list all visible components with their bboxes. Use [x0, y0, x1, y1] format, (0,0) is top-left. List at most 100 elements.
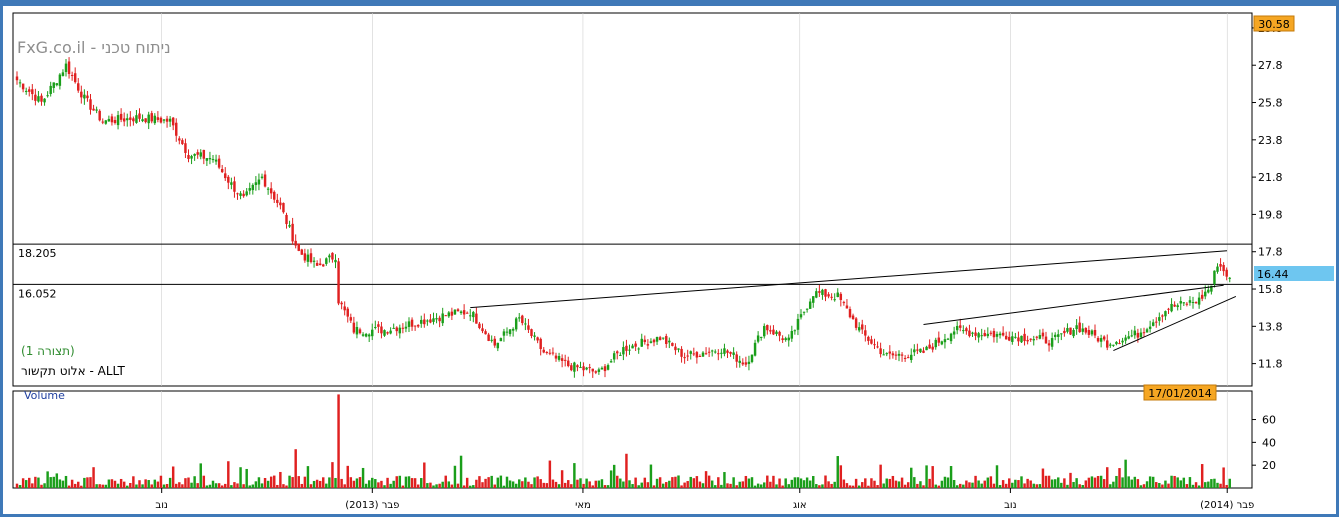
- volume-bar: [1099, 475, 1103, 488]
- candle-body: [968, 330, 971, 337]
- candle-body: [251, 184, 255, 191]
- candle-body: [1011, 336, 1014, 342]
- candle-body: [686, 355, 689, 357]
- volume-bar: [322, 477, 325, 488]
- candle-body: [21, 83, 25, 90]
- symbol-label: אלוט תקשור - ALLT: [21, 364, 126, 378]
- volume-bar: [472, 485, 475, 488]
- candle-body: [790, 331, 794, 339]
- candle-body: [802, 311, 806, 313]
- volume-bar: [214, 483, 218, 488]
- volume-bar: [548, 460, 552, 488]
- volume-bar: [401, 485, 405, 488]
- candle-body: [1008, 336, 1011, 341]
- volume-bar: [766, 475, 769, 488]
- volume-bar: [1112, 481, 1115, 488]
- candle-body: [28, 89, 31, 92]
- volume-bar: [1008, 478, 1011, 488]
- volume-bar: [876, 485, 879, 488]
- volume-bar: [70, 479, 74, 488]
- volume-bar: [870, 478, 873, 488]
- volume-bar: [609, 470, 613, 488]
- volume-bar: [420, 478, 423, 488]
- candle-body: [410, 319, 414, 327]
- last-price-text: 16.44: [1257, 268, 1289, 281]
- candle-body: [689, 351, 692, 354]
- candle-body: [80, 91, 83, 98]
- candle-body: [671, 342, 674, 346]
- volume-bar: [337, 394, 340, 488]
- volume-bar: [282, 484, 285, 488]
- volume-bar: [781, 485, 784, 488]
- volume-bar: [138, 480, 141, 488]
- candle-body: [570, 365, 573, 371]
- candle-body: [903, 357, 907, 359]
- candle-body: [325, 258, 328, 264]
- volume-bar: [508, 480, 512, 488]
- candle-body: [156, 117, 160, 120]
- candle-body: [1228, 277, 1231, 279]
- volume-bar: [643, 477, 647, 488]
- candle-body: [808, 301, 812, 309]
- volume-bar: [481, 482, 484, 488]
- volume-bar: [582, 483, 585, 488]
- candle-body: [922, 350, 925, 353]
- volume-bar: [1096, 476, 1100, 488]
- volume-bar: [407, 476, 411, 488]
- candle-body: [459, 311, 463, 314]
- candle-body: [1200, 294, 1204, 299]
- candle-body: [619, 354, 622, 356]
- volume-panel-border: [12, 390, 1253, 489]
- candle-body: [199, 152, 202, 157]
- volume-bar: [1106, 467, 1109, 488]
- candle-body: [524, 323, 527, 325]
- volume-bar: [1151, 476, 1155, 488]
- volume-bar: [162, 484, 166, 488]
- candle-body: [937, 337, 941, 343]
- candle-body: [812, 296, 815, 303]
- volume-bar: [168, 477, 172, 488]
- candle-body: [554, 355, 558, 359]
- candle-body: [380, 326, 383, 334]
- candle-body: [778, 331, 781, 336]
- volume-bar: [521, 481, 524, 488]
- candle-body: [606, 365, 610, 370]
- volume-bar: [802, 480, 806, 488]
- candle-body: [73, 73, 77, 83]
- candle-body: [181, 140, 184, 145]
- candle-body: [395, 327, 398, 332]
- candle-body: [141, 119, 144, 122]
- volume-tick-label: 60: [1262, 414, 1276, 427]
- candle-body: [257, 179, 261, 185]
- candle-body: [453, 309, 457, 315]
- candle-body: [634, 343, 637, 347]
- volume-bar: [1142, 484, 1146, 488]
- volume-bar: [37, 477, 40, 488]
- candle-body: [227, 176, 230, 183]
- candle-body: [622, 347, 625, 355]
- volume-bar: [80, 485, 83, 488]
- candle-body: [107, 118, 111, 122]
- volume-bar: [570, 484, 573, 488]
- candle-body: [205, 158, 209, 161]
- candle-body: [150, 113, 153, 122]
- volume-bar: [309, 484, 313, 488]
- volume-bar: [303, 476, 307, 488]
- volume-bar: [254, 481, 258, 488]
- volume-bar: [879, 464, 882, 488]
- volume-bar: [616, 475, 619, 488]
- volume-bar: [1216, 482, 1219, 488]
- candle-body: [1032, 339, 1035, 341]
- volume-bar: [1145, 481, 1149, 488]
- volume-bar: [542, 482, 545, 488]
- candle-body: [747, 361, 751, 365]
- volume-bar: [1225, 484, 1228, 488]
- volume-bar: [1053, 479, 1057, 488]
- candle-body: [753, 342, 757, 356]
- volume-bar: [646, 482, 650, 488]
- candle-body: [1213, 270, 1216, 284]
- candle-body: [649, 341, 653, 343]
- x-tick-label: (2014) פבר: [1200, 500, 1254, 511]
- volume-bar: [680, 485, 683, 488]
- volume-bar: [1029, 480, 1032, 488]
